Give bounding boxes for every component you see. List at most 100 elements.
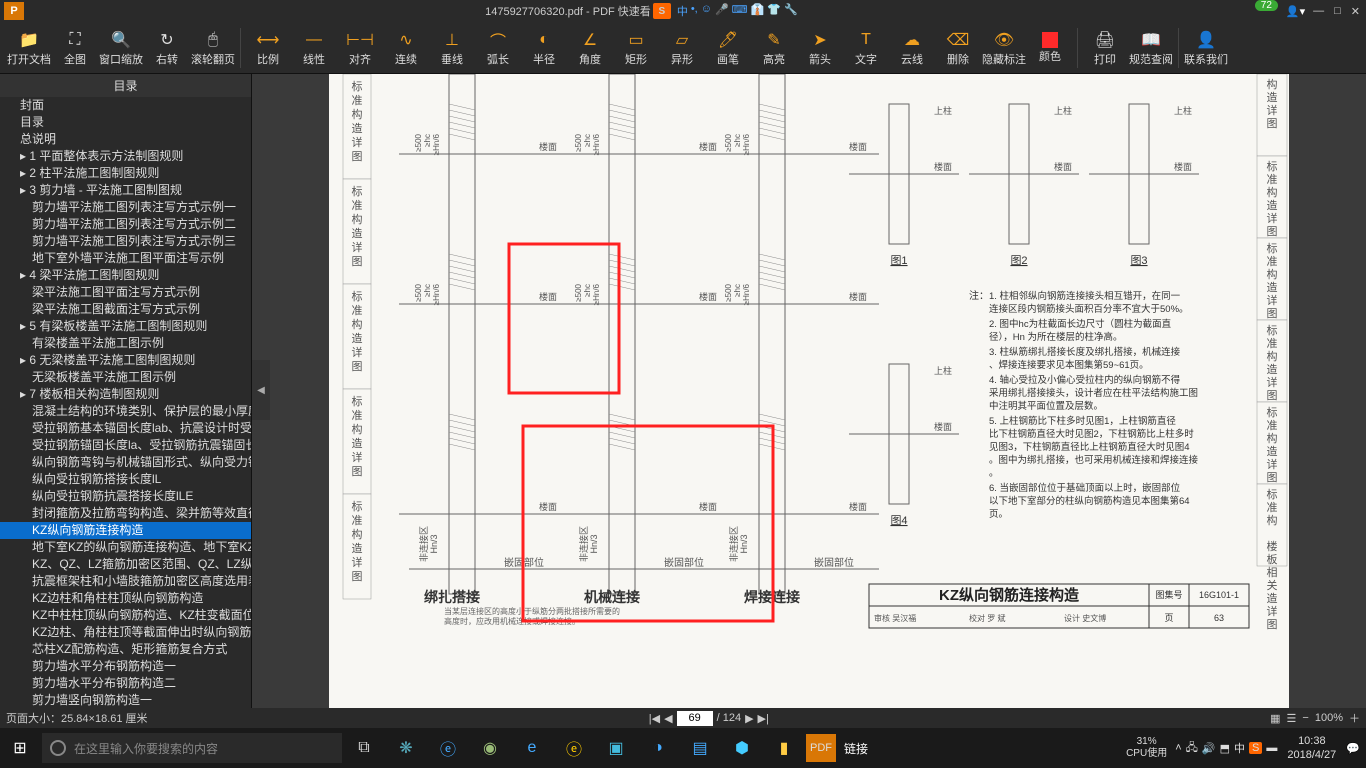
color-button[interactable]: 颜色	[1027, 24, 1073, 72]
outline-item[interactable]: 纵向钢筋弯钩与机械锚固形式、纵向受力钢	[0, 454, 251, 471]
outline-item[interactable]: 梁平法施工图平面注写方式示例	[0, 284, 251, 301]
cortana-search[interactable]: 在这里输入你要搜索的内容	[42, 733, 342, 763]
user-icon[interactable]: 👤▾	[1286, 5, 1305, 18]
outline-item[interactable]: 纵向受拉钢筋抗震搭接长度lLE	[0, 488, 251, 505]
action-center-icon[interactable]: 💬	[1346, 742, 1360, 755]
outline-item[interactable]: ▸ 7 楼板相关构造制图规则	[0, 386, 251, 403]
taskbar-link-label[interactable]: 链接	[844, 740, 868, 757]
outline-item[interactable]: 目录	[0, 114, 251, 131]
taskbar-app-7[interactable]: ▮	[764, 728, 804, 768]
notification-badge[interactable]: 72	[1255, 0, 1278, 11]
arrow-button[interactable]: ➤箭头	[797, 24, 843, 72]
scroll-page-button[interactable]: 🖱滚轮翻页	[190, 24, 236, 72]
maximize-button[interactable]: □	[1334, 5, 1341, 18]
perpendicular-button[interactable]: ⊥垂线	[429, 24, 475, 72]
hide-annot-button[interactable]: 👁隐藏标注	[981, 24, 1027, 72]
outline-item[interactable]: KZ、QZ、LZ箍筋加密区范围、QZ、LZ纵向钢	[0, 556, 251, 573]
open-file-button[interactable]: 📁打开文档	[6, 24, 52, 72]
next-page-button[interactable]: ▶	[745, 712, 753, 725]
outline-item[interactable]: ▸ 5 有梁板楼盖平法施工图制图规则	[0, 318, 251, 335]
sogou-ime-icon[interactable]: S	[653, 3, 671, 19]
minimize-button[interactable]: —	[1313, 5, 1324, 18]
taskbar-app-3[interactable]: ▣	[596, 728, 636, 768]
last-page-button[interactable]: ▶|	[758, 712, 769, 725]
shape-button[interactable]: ▱异形	[659, 24, 705, 72]
taskbar-ie[interactable]: ⓔ	[428, 728, 468, 768]
taskbar-app-6[interactable]: ⬢	[722, 728, 762, 768]
outline-item[interactable]: 芯柱XZ配筋构造、矩形箍筋复合方式	[0, 641, 251, 658]
outline-item[interactable]: 剪力墙平法施工图列表注写方式示例二	[0, 216, 251, 233]
outline-item[interactable]: 梁平法施工图截面注写方式示例	[0, 301, 251, 318]
highlight-button[interactable]: ✎高亮	[751, 24, 797, 72]
rotate-right-button[interactable]: ↻右转	[144, 24, 190, 72]
delete-button[interactable]: ⌫删除	[935, 24, 981, 72]
outline-item[interactable]: ▸ 2 柱平法施工图制图规则	[0, 165, 251, 182]
outline-item[interactable]: 抗震框架柱和小墙肢箍筋加密区高度选用表	[0, 573, 251, 590]
view-mode-1-icon[interactable]: ▦	[1270, 712, 1280, 725]
contact-button[interactable]: 👤联系我们	[1183, 24, 1229, 72]
angle-button[interactable]: ∠角度	[567, 24, 613, 72]
tray-icon-1[interactable]: ⬒	[1220, 742, 1230, 755]
tray-chevron-up-icon[interactable]: ˄	[1175, 742, 1181, 754]
rect-button[interactable]: ▭矩形	[613, 24, 659, 72]
scale-button[interactable]: ⟷比例	[245, 24, 291, 72]
outline-item[interactable]: 剪力墙水平分布钢筋构造一	[0, 658, 251, 675]
outline-sidebar[interactable]: 目录 封面目录总说明▸ 1 平面整体表示方法制图规则▸ 2 柱平法施工图制图规则…	[0, 74, 252, 708]
tray-volume-icon[interactable]: 🔊	[1202, 742, 1216, 755]
spec-lookup-button[interactable]: 📖规范查阅	[1128, 24, 1174, 72]
continuous-button[interactable]: ∿连续	[383, 24, 429, 72]
close-button[interactable]: ✕	[1351, 5, 1360, 18]
outline-item[interactable]: ▸ 3 剪力墙 - 平法施工图制图规	[0, 182, 251, 199]
text-button[interactable]: T文字	[843, 24, 889, 72]
outline-item[interactable]: 地下室KZ的纵向钢筋连接构造、地下室KZ的	[0, 539, 251, 556]
first-page-button[interactable]: |◀	[649, 712, 660, 725]
taskbar-pdf[interactable]: PDF	[806, 734, 836, 762]
outline-item[interactable]: ▸ 1 平面整体表示方法制图规则	[0, 148, 251, 165]
print-button[interactable]: 🖨打印	[1082, 24, 1128, 72]
zoom-in-button[interactable]: ＋	[1349, 710, 1360, 726]
outline-item[interactable]: 封闭箍筋及拉筋弯钩构造、梁并筋等效直径	[0, 505, 251, 522]
collapse-sidebar-button[interactable]: ◀	[252, 360, 270, 420]
tray-network-icon[interactable]: 🖧	[1186, 739, 1198, 758]
outline-item[interactable]: KZ边柱和角柱柱顶纵向钢筋构造	[0, 590, 251, 607]
outline-item[interactable]: 剪力墙平法施工图列表注写方式示例三	[0, 233, 251, 250]
outline-item[interactable]: KZ纵向钢筋连接构造	[0, 522, 251, 539]
tray-sogou-icon[interactable]: S	[1249, 742, 1262, 754]
taskbar-edge[interactable]: e	[512, 728, 552, 768]
outline-item[interactable]: 封面	[0, 97, 251, 114]
zoom-out-button[interactable]: −	[1302, 712, 1308, 724]
outline-item[interactable]: KZ边柱、角柱柱顶等截面伸出时纵向钢筋构	[0, 624, 251, 641]
outline-item[interactable]: ▸ 4 梁平法施工图制图规则	[0, 267, 251, 284]
outline-item[interactable]: ▸ 6 无梁楼盖平法施工图制图规则	[0, 352, 251, 369]
full-view-button[interactable]: ⛶全图	[52, 24, 98, 72]
start-button[interactable]: ⊞	[0, 728, 40, 768]
taskbar-app-4[interactable]: ◑	[638, 728, 678, 768]
view-mode-2-icon[interactable]: ☰	[1287, 712, 1297, 725]
taskbar-clock[interactable]: 10:382018/4/27	[1281, 734, 1342, 762]
ime-toolbar[interactable]: 中•,☺🎤⌨👔👕🔧	[677, 3, 798, 19]
outline-item[interactable]: 有梁楼盖平法施工图示例	[0, 335, 251, 352]
cloud-button[interactable]: ☁云线	[889, 24, 935, 72]
document-viewport[interactable]: 构造详图标准构造详图 柱标准构造详图 剪力墙标准构造详图 梁标准构造详图 板标准…	[252, 74, 1366, 708]
cpu-meter[interactable]: 31%CPU使用	[1122, 736, 1171, 760]
tray-block-icon[interactable]: ▬	[1266, 742, 1277, 754]
outline-item[interactable]: 混凝土结构的环境类别、保护层的最小厚度	[0, 403, 251, 420]
outline-item[interactable]: KZ中柱柱顶纵向钢筋构造、KZ柱变截面位置	[0, 607, 251, 624]
outline-item[interactable]: 受拉钢筋锚固长度la、受拉钢筋抗震锚固长	[0, 437, 251, 454]
taskbar-app-2[interactable]: ◉	[470, 728, 510, 768]
outline-item[interactable]: 地下室外墙平法施工图平面注写示例	[0, 250, 251, 267]
page-number-input[interactable]	[677, 711, 713, 726]
arc-button[interactable]: ⌒弧长	[475, 24, 521, 72]
outline-item[interactable]: 纵向受拉钢筋搭接长度lL	[0, 471, 251, 488]
taskbar-ie2[interactable]: ⓔ	[554, 728, 594, 768]
pen-button[interactable]: 🖊画笔	[705, 24, 751, 72]
taskbar-app-5[interactable]: ▤	[680, 728, 720, 768]
outline-item[interactable]: 受拉钢筋基本锚固长度lab、抗震设计时受	[0, 420, 251, 437]
prev-page-button[interactable]: ◀	[664, 712, 672, 725]
outline-item[interactable]: 总说明	[0, 131, 251, 148]
outline-item[interactable]: 剪力墙平法施工图列表注写方式示例一	[0, 199, 251, 216]
linear-button[interactable]: —线性	[291, 24, 337, 72]
task-view-button[interactable]: ⧉	[344, 728, 384, 768]
align-button[interactable]: ⊢⊣对齐	[337, 24, 383, 72]
radius-button[interactable]: ◐半径	[521, 24, 567, 72]
